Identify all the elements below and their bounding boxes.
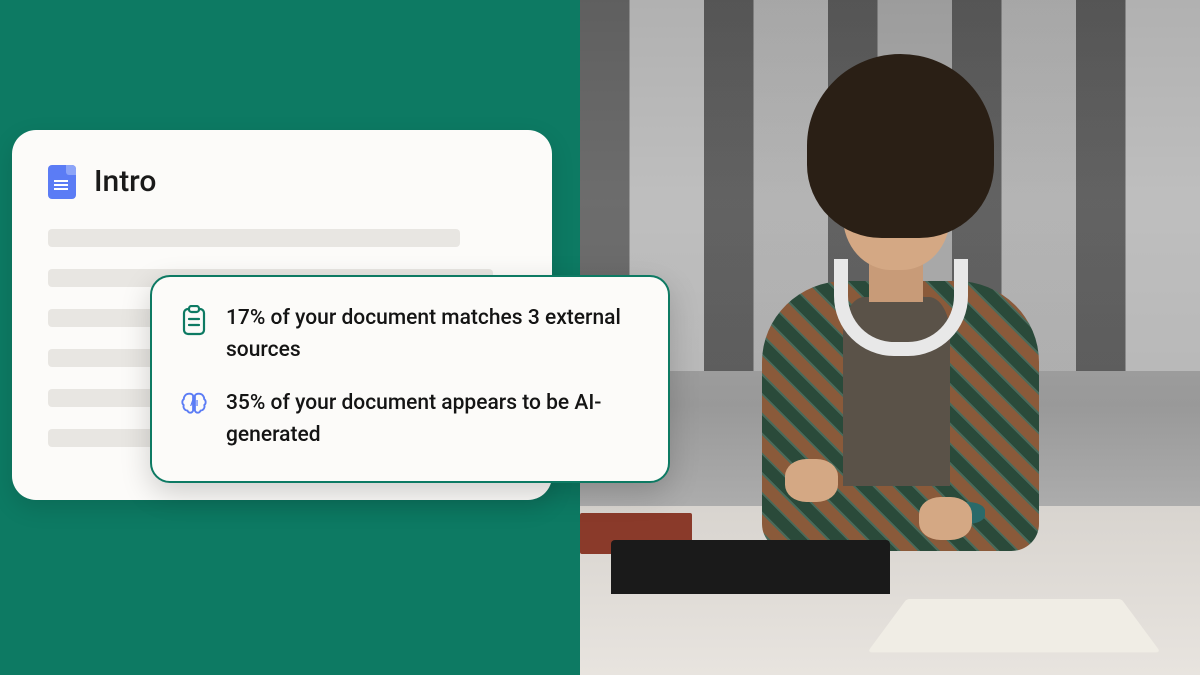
left-panel: Intro 17% of your document matches 3 ext…	[0, 0, 580, 675]
plagiarism-report-text: 17% of your document matches 3 external …	[226, 303, 640, 366]
photo-panel	[580, 0, 1200, 675]
ai-report-item: AI 35% of your document appears to be AI…	[180, 388, 640, 451]
svg-text:AI: AI	[190, 398, 198, 408]
document-header: Intro	[48, 164, 516, 199]
clipboard-icon	[180, 305, 208, 337]
document-file-icon	[48, 165, 76, 199]
text-line-placeholder	[48, 229, 460, 247]
student-photo-illustration	[580, 0, 1200, 675]
plagiarism-report-item: 17% of your document matches 3 external …	[180, 303, 640, 366]
document-title: Intro	[94, 164, 156, 199]
ai-brain-icon: AI	[180, 390, 208, 422]
originality-report-card: 17% of your document matches 3 external …	[150, 275, 670, 483]
ai-report-text: 35% of your document appears to be AI-ge…	[226, 388, 640, 451]
